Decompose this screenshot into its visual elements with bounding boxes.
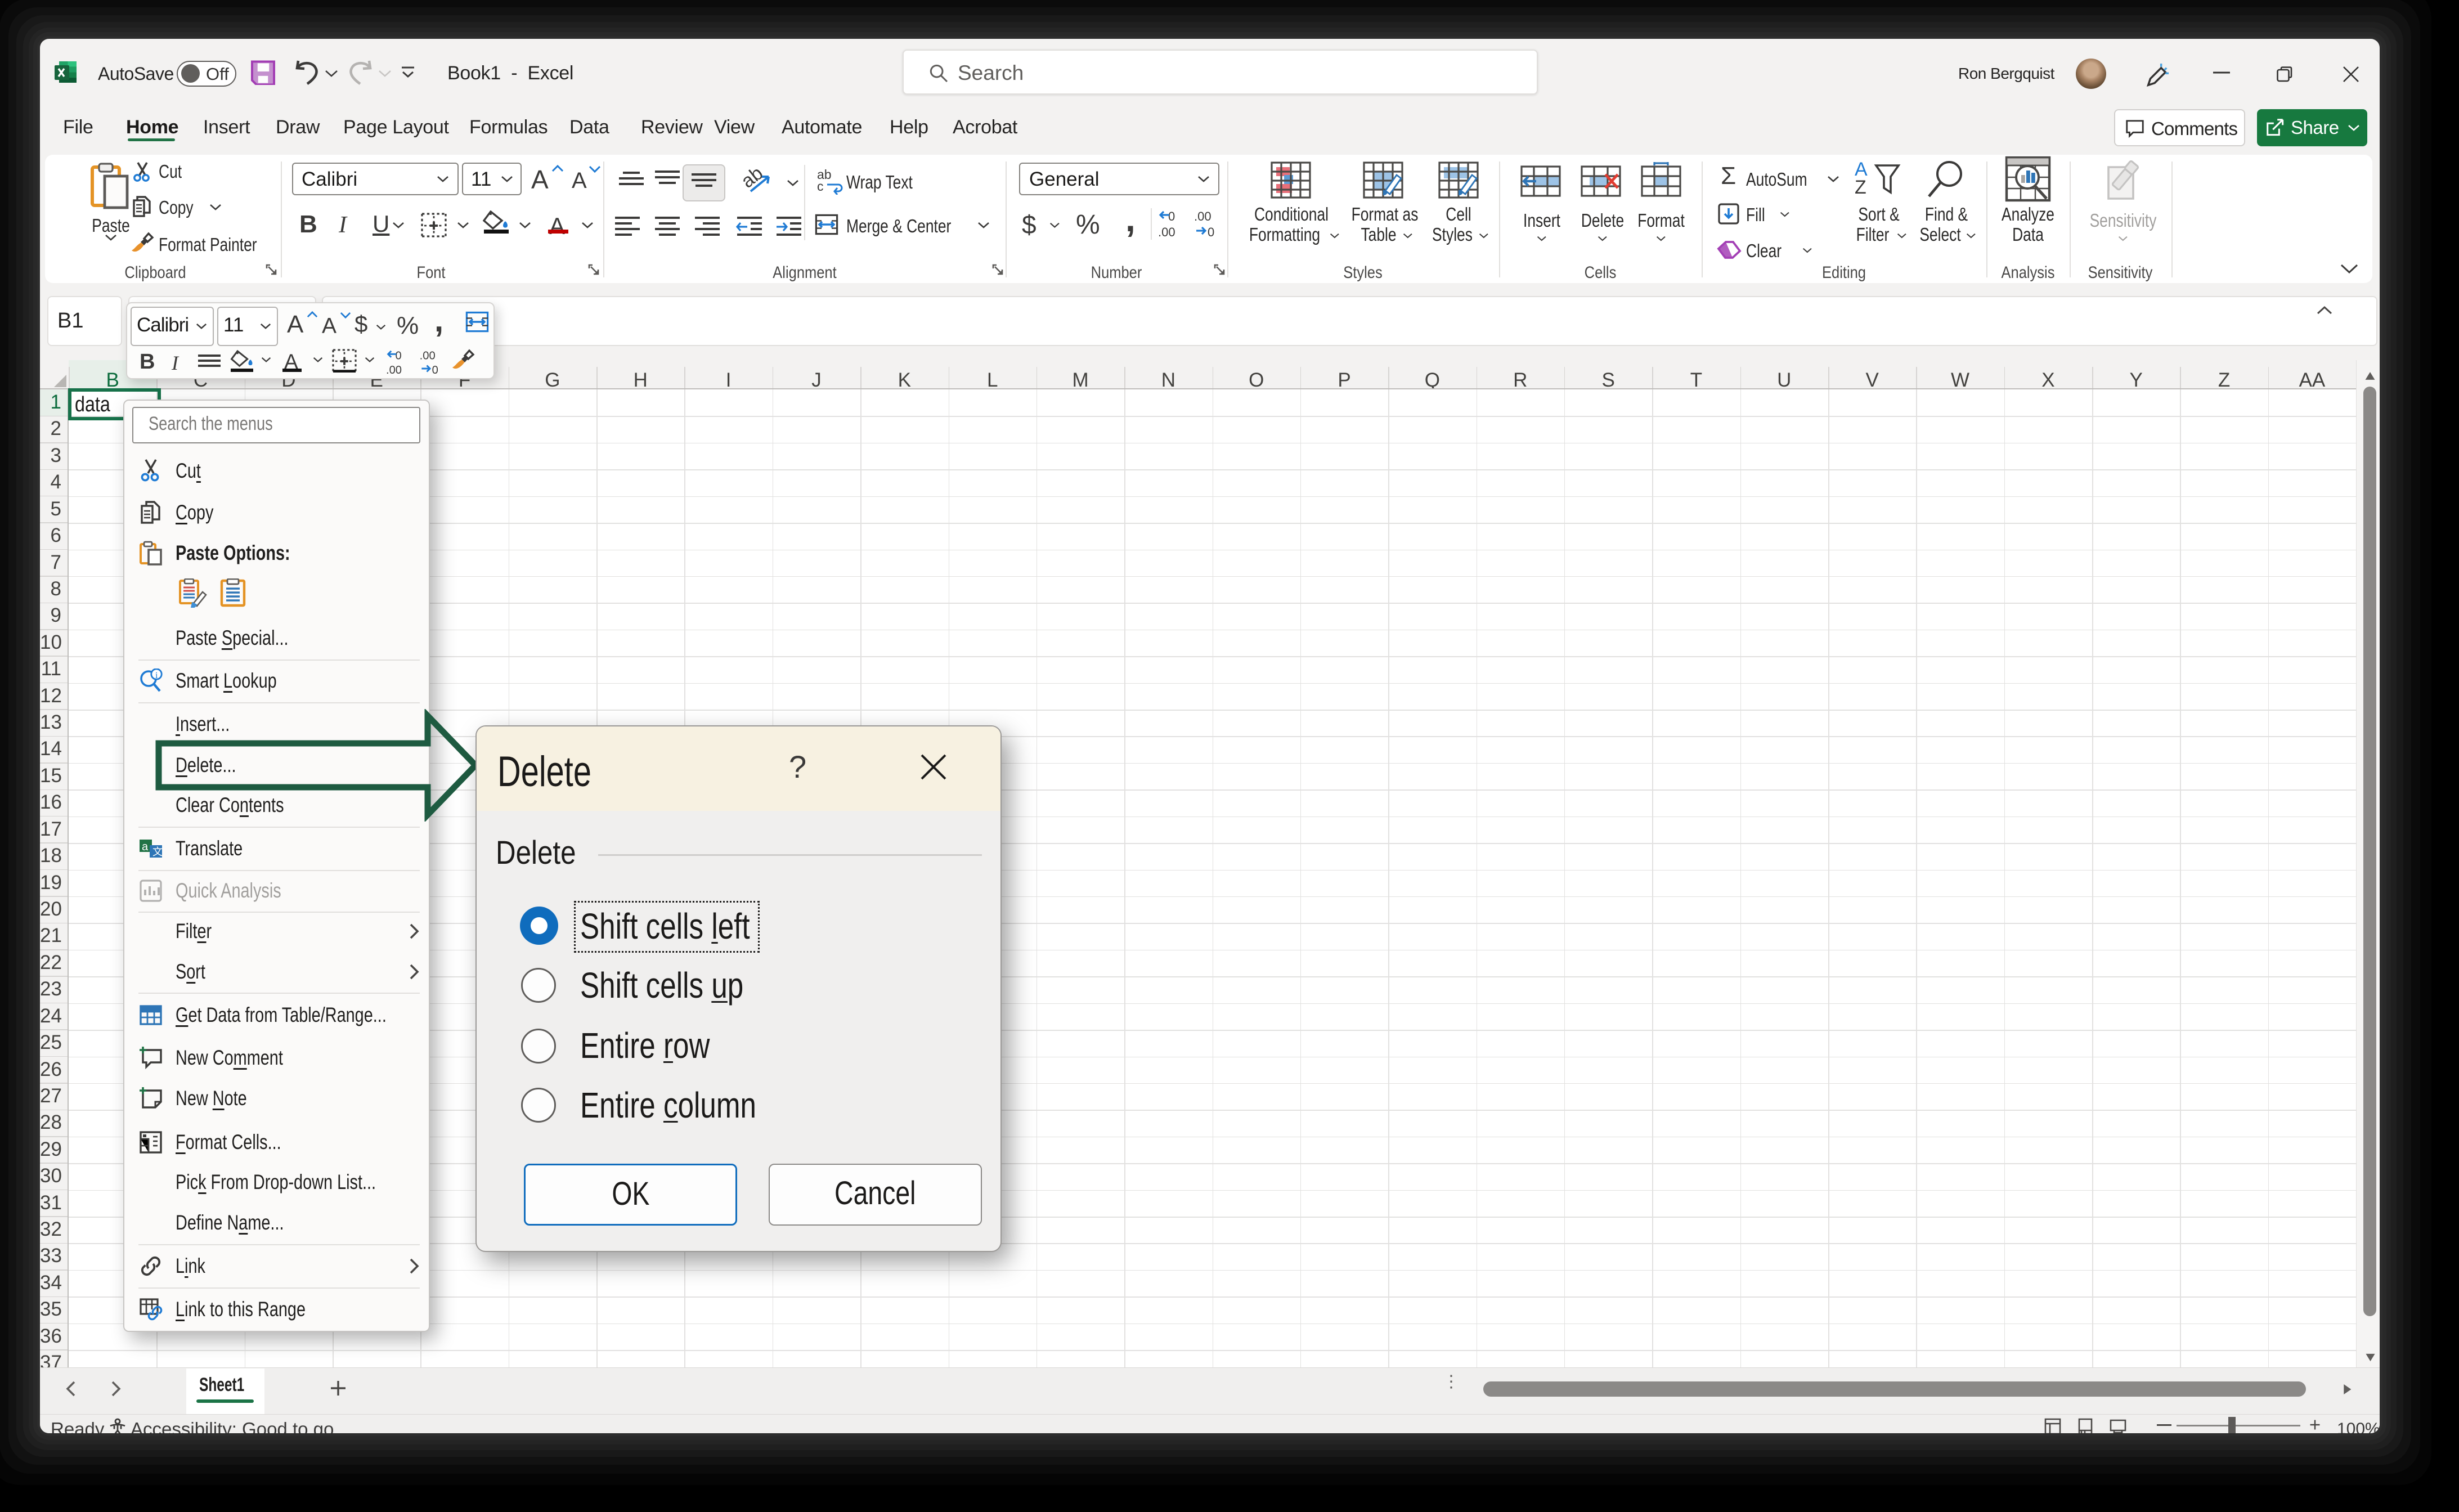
svg-text:0: 0 [396,350,402,362]
svg-text:.00: .00 [420,350,436,362]
svg-text:0: 0 [1208,225,1214,239]
svg-text:.00: .00 [386,364,402,376]
svg-text:.00: .00 [1158,225,1175,239]
svg-text:0: 0 [1168,209,1175,223]
svg-text:a: a [142,841,149,853]
svg-text:文: 文 [152,846,163,858]
svg-text:.00: .00 [1194,209,1211,223]
svg-text:0: 0 [432,364,438,376]
svg-text:i: i [155,671,158,680]
